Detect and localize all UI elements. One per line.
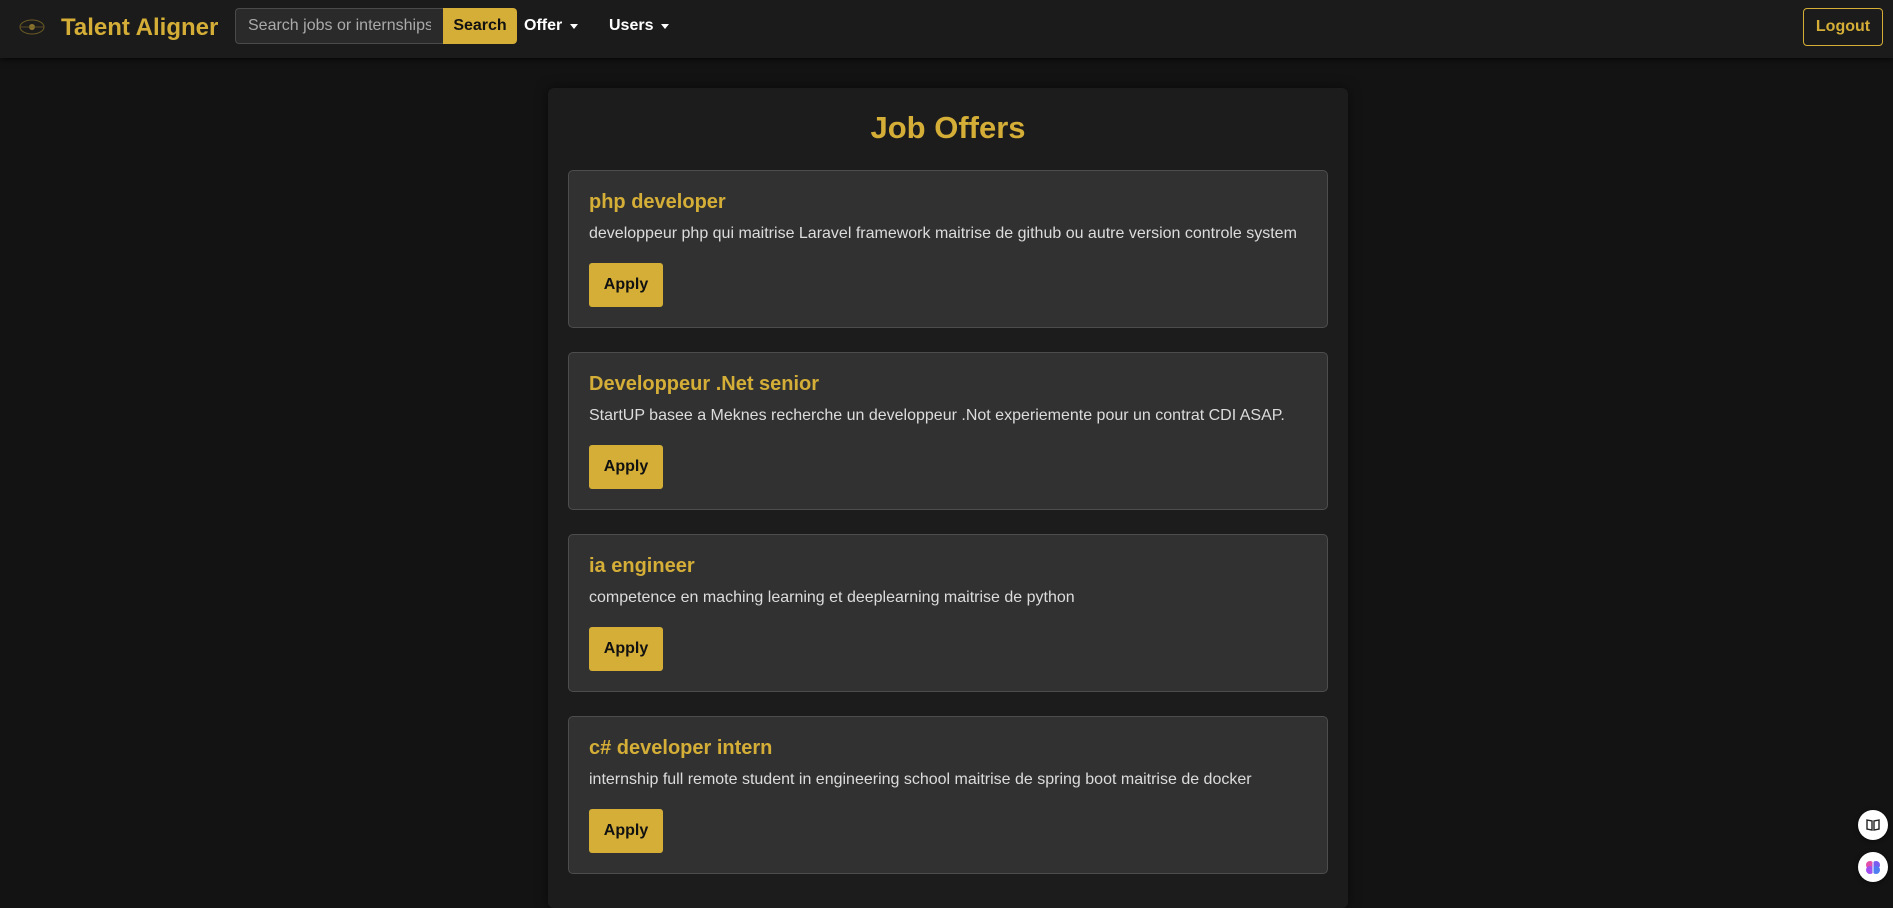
job-title: ia engineer	[589, 555, 695, 577]
apply-button[interactable]: Apply	[589, 627, 663, 671]
job-title: Developpeur .Net senior	[589, 373, 820, 395]
apply-button[interactable]: Apply	[589, 809, 663, 853]
job-card: php developer developpeur php qui maitri…	[568, 170, 1328, 328]
apply-button[interactable]: Apply	[589, 445, 663, 489]
search-form: Search	[235, 8, 517, 44]
job-title: c# developer intern	[589, 737, 773, 759]
brain-icon	[1866, 861, 1880, 874]
job-description: StartUP basee a Meknes recherche un deve…	[589, 407, 1285, 424]
job-title: php developer	[589, 191, 726, 213]
caret-down-icon	[570, 23, 579, 29]
job-card: Developpeur .Net senior StartUP basee a …	[568, 352, 1328, 510]
apply-button[interactable]: Apply	[589, 263, 663, 307]
brand-emblem-icon[interactable]	[18, 15, 46, 39]
offer-menu[interactable]: Offer	[524, 17, 579, 35]
logout-button[interactable]: Logout	[1803, 8, 1883, 46]
caret-down-icon	[661, 23, 670, 29]
search-button[interactable]: Search	[443, 8, 517, 44]
job-card: ia engineer competence en maching learni…	[568, 534, 1328, 692]
ai-assistant-button[interactable]	[1858, 852, 1888, 882]
reader-mode-button[interactable]	[1858, 810, 1888, 840]
search-input[interactable]	[235, 8, 443, 44]
job-card: c# developer intern internship full remo…	[568, 716, 1328, 874]
job-description: developpeur php qui maitrise Laravel fra…	[589, 225, 1297, 242]
job-description: internship full remote student in engine…	[589, 771, 1252, 788]
book-icon	[1866, 819, 1880, 831]
job-offers-panel: Job Offers php developer developpeur php…	[548, 88, 1348, 908]
users-menu-label: Users	[609, 17, 654, 34]
users-menu[interactable]: Users	[609, 17, 670, 35]
job-description: competence en maching learning et deeple…	[589, 589, 1075, 606]
top-navbar: Talent Aligner Search Offer Users Logout	[0, 0, 1893, 58]
brand-name[interactable]: Talent Aligner	[61, 14, 218, 42]
page-title: Job Offers	[870, 110, 1026, 145]
offer-menu-label: Offer	[524, 17, 563, 34]
